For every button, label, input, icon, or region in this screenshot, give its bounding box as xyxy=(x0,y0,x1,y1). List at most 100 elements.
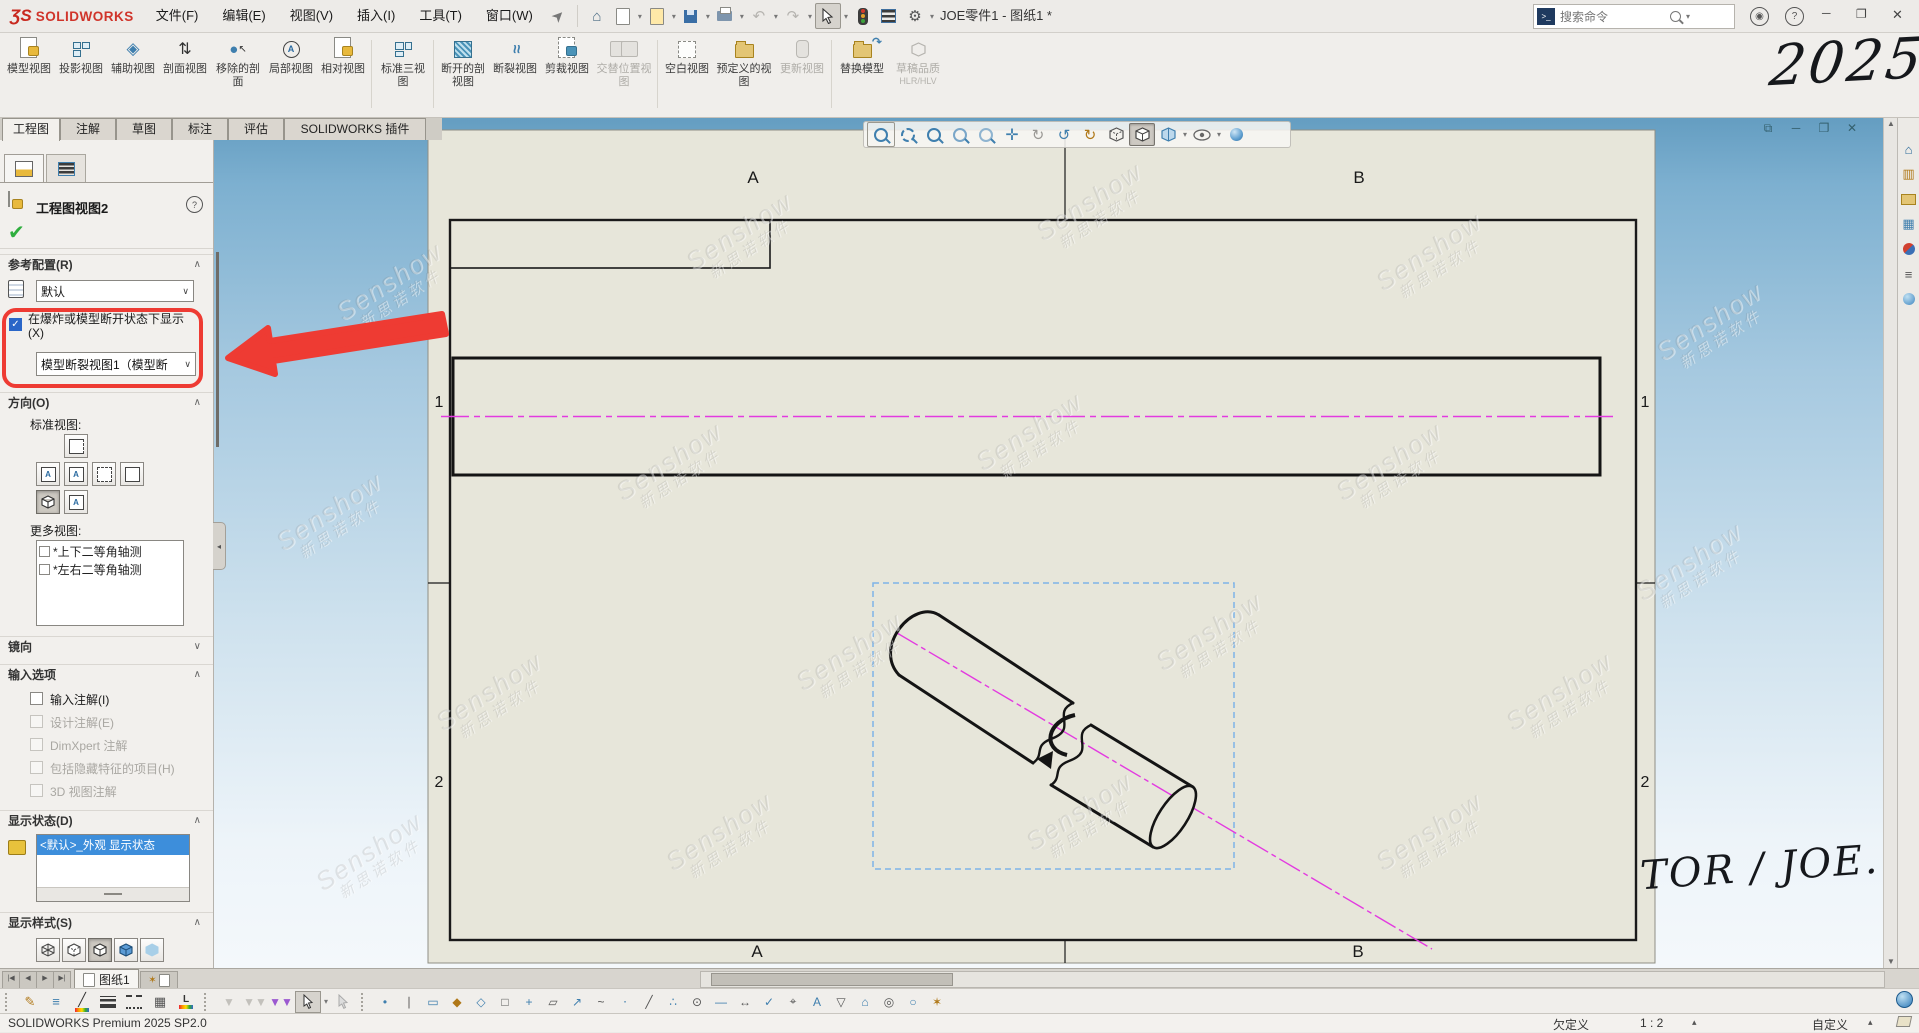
graphics-vertical-scrollbar[interactable]: ▲ ▼ xyxy=(1883,117,1898,968)
dimxpert-annotations-checkbox[interactable] xyxy=(30,738,43,751)
hidden-feature-items-checkbox[interactable] xyxy=(30,761,43,774)
hide-show-edges-icon[interactable]: ▦ xyxy=(148,992,172,1012)
zoom-to-fit-icon[interactable] xyxy=(867,122,895,147)
projected-view-button[interactable]: 投影视图 xyxy=(56,35,106,113)
style-hidden-lines-removed-button[interactable] xyxy=(88,938,112,962)
options-gear-icon[interactable]: ⚙ xyxy=(903,4,927,28)
filter-axes-icon[interactable]: □ xyxy=(493,992,517,1012)
replace-model-button[interactable]: ↷替换模型 xyxy=(836,35,888,113)
layer-properties-icon[interactable]: ✎ xyxy=(18,992,42,1012)
view-right-button[interactable]: A xyxy=(64,490,88,514)
filter-datum-targets-icon[interactable]: ✶ xyxy=(925,992,949,1012)
horizontal-scrollbar-thumb[interactable] xyxy=(711,973,953,986)
scroll-down-icon[interactable]: ▼ xyxy=(1884,957,1898,966)
pan-icon[interactable]: ✛ xyxy=(999,123,1025,146)
tag-icon[interactable] xyxy=(1897,1016,1911,1027)
user-account-icon[interactable]: ◉ xyxy=(1750,7,1769,26)
select-cursor-caret[interactable]: ▾ xyxy=(844,12,848,21)
filter-center-marks-icon[interactable]: ⊙ xyxy=(685,992,709,1012)
filter-centerlines-icon[interactable]: — xyxy=(709,992,733,1012)
relative-view-button[interactable]: 相对视图 xyxy=(318,35,368,113)
standard-3-view-button[interactable]: 标准三视图 xyxy=(376,35,430,113)
propertymanager-tab[interactable] xyxy=(4,154,44,183)
tab-evaluate[interactable]: 评估 xyxy=(228,118,284,140)
filter-vertices-icon[interactable]: • xyxy=(373,992,397,1012)
appearances-icon[interactable] xyxy=(1901,241,1917,257)
style-wireframe-button[interactable] xyxy=(36,938,60,962)
open-document-icon[interactable] xyxy=(645,4,669,28)
custom-properties-icon[interactable]: ≡ xyxy=(1901,266,1917,282)
predefined-view-button[interactable]: 预定义的视图 xyxy=(714,35,774,113)
crop-view-button[interactable]: 剪裁视图 xyxy=(542,35,592,113)
open-document-caret[interactable]: ▾ xyxy=(672,12,676,21)
ok-check-icon[interactable]: ✔ xyxy=(8,220,25,245)
doc-restore-icon[interactable]: ❐ xyxy=(1814,121,1834,136)
print-caret[interactable]: ▾ xyxy=(740,12,744,21)
document-properties-icon[interactable] xyxy=(877,4,901,28)
tab-annotation[interactable]: 注解 xyxy=(60,118,116,140)
view-front-button[interactable]: A xyxy=(36,462,60,486)
listbox-resize-grip[interactable] xyxy=(37,887,189,901)
broken-out-section-button[interactable]: 断开的剖视图 xyxy=(438,35,488,113)
section-mirror[interactable]: 镜向∨ xyxy=(0,636,213,656)
auxiliary-view-button[interactable]: ◈辅助视图 xyxy=(108,35,158,113)
display-state-selected-item[interactable]: <默认>_外观 显示状态 xyxy=(37,835,189,855)
filter-origins-icon[interactable]: ▱ xyxy=(541,992,565,1012)
view-top-button[interactable] xyxy=(64,434,88,458)
section-display-state[interactable]: 显示状态(D)∧ xyxy=(0,810,213,830)
print-icon[interactable] xyxy=(713,4,737,28)
file-explorer-icon[interactable] xyxy=(1901,191,1917,207)
display-mode-text[interactable]: 自定义 xyxy=(1812,1016,1848,1033)
undo-icon[interactable]: ↶ xyxy=(747,4,771,28)
select-all-filters-icon[interactable]: ▼▼ xyxy=(269,992,293,1012)
web-help-globe-icon[interactable] xyxy=(1896,991,1913,1008)
filter-solid-bodies-icon[interactable]: ◇ xyxy=(469,992,493,1012)
section-view-button[interactable]: ⇅剖面视图 xyxy=(160,35,210,113)
zoom-to-selection-icon[interactable] xyxy=(947,123,973,146)
view-bottom-button[interactable] xyxy=(92,462,116,486)
forum-icon[interactable] xyxy=(1901,291,1917,307)
3d-view-annotations-checkbox[interactable] xyxy=(30,784,43,797)
style-hidden-lines-visible-button[interactable] xyxy=(62,938,86,962)
redo-icon[interactable]: ↷ xyxy=(781,4,805,28)
model-view-button[interactable]: 模型视图 xyxy=(4,35,54,113)
magnified-selection-icon[interactable] xyxy=(331,992,355,1012)
alternate-position-view-button[interactable]: 交替位置视图 xyxy=(594,35,654,113)
pin-icon[interactable]: ➤ xyxy=(541,0,575,33)
zoom-in-out-icon[interactable] xyxy=(921,123,947,146)
line-style-icon[interactable] xyxy=(122,992,146,1012)
filter-planes-icon[interactable]: + xyxy=(517,992,541,1012)
view-palette-icon[interactable]: ▦ xyxy=(1901,216,1917,232)
tab-dimension[interactable]: 标注 xyxy=(172,118,228,140)
featuremanager-tab[interactable] xyxy=(46,154,86,183)
add-sheet-tab[interactable]: ✶ xyxy=(140,971,178,989)
hidden-lines-visible-icon[interactable] xyxy=(1103,123,1129,146)
tab-solidworks-addins[interactable]: SOLIDWORKS 插件 xyxy=(284,118,426,140)
tab-sketch[interactable]: 草图 xyxy=(116,118,172,140)
toggle-selection-filters-icon[interactable]: ▼ xyxy=(217,992,241,1012)
minimize-icon[interactable]: ─ xyxy=(1822,6,1831,20)
search-input[interactable] xyxy=(1558,9,1670,25)
new-document-icon[interactable] xyxy=(611,4,635,28)
design-library-icon[interactable]: ▥ xyxy=(1901,166,1917,182)
select-cursor-icon[interactable] xyxy=(815,3,841,29)
filter-balloons-icon[interactable]: ○ xyxy=(901,992,925,1012)
section-ref-config[interactable]: 参考配置(R)∧ xyxy=(0,254,213,274)
doc-minimize-icon[interactable]: ─ xyxy=(1786,121,1806,136)
menu-file[interactable]: 文件(F) xyxy=(144,0,211,32)
undo-caret[interactable]: ▾ xyxy=(774,12,778,21)
section-view-caret[interactable]: ▾ xyxy=(1183,130,1187,139)
style-shaded-with-edges-button[interactable] xyxy=(114,938,138,962)
import-annotations-checkbox[interactable] xyxy=(30,692,43,705)
home-icon[interactable]: ⌂ xyxy=(585,4,609,28)
rotate-view-icon[interactable]: ↻ xyxy=(1025,123,1051,146)
last-sheet-icon[interactable]: ▶| xyxy=(53,971,71,989)
menu-edit[interactable]: 编辑(E) xyxy=(210,0,277,32)
draft-quality-button[interactable]: 草稿品质HLR/HLV xyxy=(890,35,946,113)
clear-all-filters-icon[interactable]: ▼▼ xyxy=(243,992,267,1012)
graphics-area[interactable]: A B A B 1 2 1 2 xyxy=(213,117,1883,968)
menu-view[interactable]: 视图(V) xyxy=(278,0,345,32)
sheet-tab[interactable]: 图纸1 xyxy=(74,969,139,989)
filter-surface-bodies-icon[interactable]: ◆ xyxy=(445,992,469,1012)
menu-window[interactable]: 窗口(W) xyxy=(474,0,545,32)
